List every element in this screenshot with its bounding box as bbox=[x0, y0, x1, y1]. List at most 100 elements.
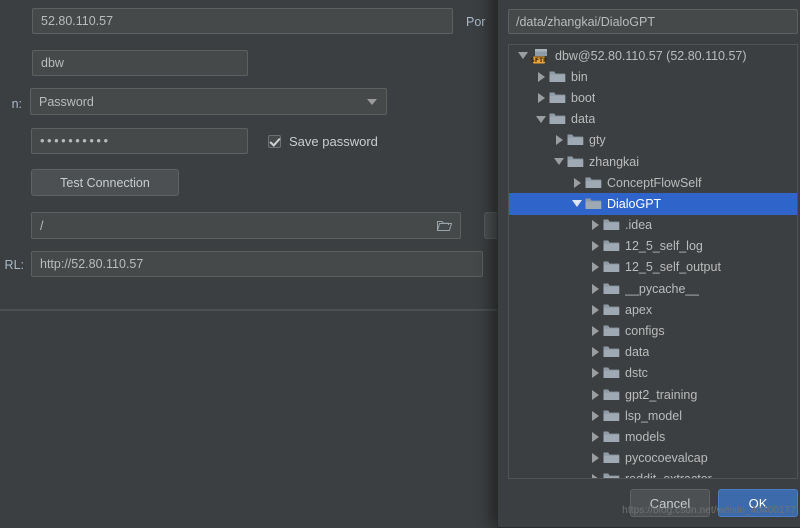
remote-path-input[interactable]: /data/zhangkai/DialoGPT bbox=[508, 9, 798, 34]
tree-row[interactable]: boot bbox=[509, 87, 797, 108]
triangle-right-icon[interactable] bbox=[533, 72, 549, 82]
folder-icon bbox=[603, 345, 621, 359]
folder-icon bbox=[585, 176, 603, 190]
folder-icon bbox=[603, 260, 621, 274]
host-row: 52.80.110.57 bbox=[32, 8, 453, 34]
folder-icon bbox=[567, 155, 585, 169]
remote-directory-tree[interactable]: SFTP dbw@52.80.110.57 (52.80.110.57) bin… bbox=[508, 44, 798, 479]
folder-icon bbox=[603, 430, 621, 444]
folder-icon bbox=[567, 133, 585, 147]
password-input[interactable]: •••••••••• bbox=[31, 128, 248, 154]
tree-row[interactable]: apex bbox=[509, 299, 797, 320]
folder-icon bbox=[603, 324, 621, 338]
triangle-right-icon[interactable] bbox=[587, 305, 603, 315]
triangle-right-icon[interactable] bbox=[587, 474, 603, 479]
tree-row-label: 12_5_self_output bbox=[625, 260, 721, 274]
authentication-combo[interactable]: Password bbox=[30, 88, 387, 115]
triangle-right-icon[interactable] bbox=[587, 326, 603, 336]
tree-row[interactable]: gty bbox=[509, 130, 797, 151]
triangle-right-icon[interactable] bbox=[587, 241, 603, 251]
tree-row-label: gpt2_training bbox=[625, 388, 697, 402]
web-server-url-input[interactable]: http://52.80.110.57 bbox=[31, 251, 483, 277]
password-masked-value: •••••••••• bbox=[40, 129, 111, 153]
folder-icon bbox=[603, 409, 621, 423]
folder-icon bbox=[603, 472, 621, 479]
tree-row[interactable]: DialoGPT bbox=[509, 193, 797, 214]
tree-row-label: reddit_extractor bbox=[625, 472, 712, 479]
triangle-down-icon[interactable] bbox=[569, 200, 585, 207]
tree-row-label: ConceptFlowSelf bbox=[607, 176, 702, 190]
tree-row[interactable]: SFTP dbw@52.80.110.57 (52.80.110.57) bbox=[509, 45, 797, 66]
tree-row-label: DialoGPT bbox=[607, 197, 661, 211]
tree-row-label: configs bbox=[625, 324, 665, 338]
tree-row-label: .idea bbox=[625, 218, 652, 232]
folder-icon bbox=[603, 366, 621, 380]
triangle-right-icon[interactable] bbox=[587, 368, 603, 378]
triangle-down-icon[interactable] bbox=[533, 116, 549, 123]
web-server-url-label: RL: bbox=[0, 258, 24, 272]
folder-icon bbox=[603, 282, 621, 296]
folder-icon bbox=[603, 388, 621, 402]
folder-icon bbox=[603, 218, 621, 232]
tree-row-label: data bbox=[625, 345, 649, 359]
root-path-input[interactable]: / bbox=[31, 212, 461, 239]
host-input[interactable]: 52.80.110.57 bbox=[32, 8, 453, 34]
tree-row[interactable]: bin bbox=[509, 66, 797, 87]
folder-icon bbox=[549, 112, 567, 126]
triangle-right-icon[interactable] bbox=[587, 347, 603, 357]
tree-row[interactable]: pycocoevalcap bbox=[509, 448, 797, 469]
folder-icon bbox=[603, 303, 621, 317]
tree-row-label: __pycache__ bbox=[625, 282, 699, 296]
triangle-right-icon[interactable] bbox=[587, 284, 603, 294]
sftp-server-icon: SFTP bbox=[531, 48, 551, 64]
checkmark-icon bbox=[268, 135, 281, 148]
triangle-right-icon[interactable] bbox=[587, 453, 603, 463]
triangle-right-icon[interactable] bbox=[569, 178, 585, 188]
tree-row[interactable]: lsp_model bbox=[509, 405, 797, 426]
triangle-right-icon[interactable] bbox=[587, 220, 603, 230]
triangle-right-icon[interactable] bbox=[587, 390, 603, 400]
tree-row-label: dbw@52.80.110.57 (52.80.110.57) bbox=[555, 49, 747, 63]
triangle-right-icon[interactable] bbox=[551, 135, 567, 145]
tree-row[interactable]: .idea bbox=[509, 215, 797, 236]
test-connection-button[interactable]: Test Connection bbox=[31, 169, 179, 196]
svg-text:SFTP: SFTP bbox=[531, 57, 548, 64]
triangle-right-icon[interactable] bbox=[587, 262, 603, 272]
authentication-label: n: bbox=[0, 97, 22, 111]
tree-row[interactable]: reddit_extractor bbox=[509, 469, 797, 479]
tree-row[interactable]: data bbox=[509, 109, 797, 130]
tree-row[interactable]: 12_5_self_output bbox=[509, 257, 797, 278]
port-label: Por bbox=[466, 15, 485, 29]
tree-row[interactable]: gpt2_training bbox=[509, 384, 797, 405]
tree-row-label: pycocoevalcap bbox=[625, 451, 708, 465]
triangle-right-icon[interactable] bbox=[587, 432, 603, 442]
triangle-right-icon[interactable] bbox=[533, 93, 549, 103]
tree-row-label: 12_5_self_log bbox=[625, 239, 703, 253]
tree-row[interactable]: data bbox=[509, 342, 797, 363]
triangle-down-icon[interactable] bbox=[551, 158, 567, 165]
triangle-right-icon[interactable] bbox=[587, 411, 603, 421]
username-row: dbw bbox=[32, 50, 248, 76]
save-password-checkbox[interactable]: Save password bbox=[268, 134, 378, 149]
root-path-value: / bbox=[40, 219, 43, 233]
tree-row[interactable]: zhangkai bbox=[509, 151, 797, 172]
tree-row-label: dstc bbox=[625, 366, 648, 380]
tree-row-label: boot bbox=[571, 91, 595, 105]
username-input[interactable]: dbw bbox=[32, 50, 248, 76]
folder-browse-icon[interactable] bbox=[437, 220, 452, 232]
tree-row[interactable]: __pycache__ bbox=[509, 278, 797, 299]
triangle-down-icon[interactable] bbox=[515, 52, 531, 59]
tree-row[interactable]: dstc bbox=[509, 363, 797, 384]
folder-icon bbox=[549, 91, 567, 105]
chevron-down-icon bbox=[367, 99, 377, 105]
folder-icon bbox=[549, 70, 567, 84]
save-password-label: Save password bbox=[289, 134, 378, 149]
folder-icon bbox=[585, 197, 603, 211]
authentication-combo-value: Password bbox=[39, 95, 94, 109]
tree-row-label: data bbox=[571, 112, 595, 126]
tree-row[interactable]: configs bbox=[509, 320, 797, 341]
tree-row[interactable]: models bbox=[509, 426, 797, 447]
tree-row[interactable]: 12_5_self_log bbox=[509, 236, 797, 257]
remote-path-browser-dialog: /data/zhangkai/DialoGPT SFTP dbw@52.80.1… bbox=[497, 0, 800, 528]
tree-row[interactable]: ConceptFlowSelf bbox=[509, 172, 797, 193]
